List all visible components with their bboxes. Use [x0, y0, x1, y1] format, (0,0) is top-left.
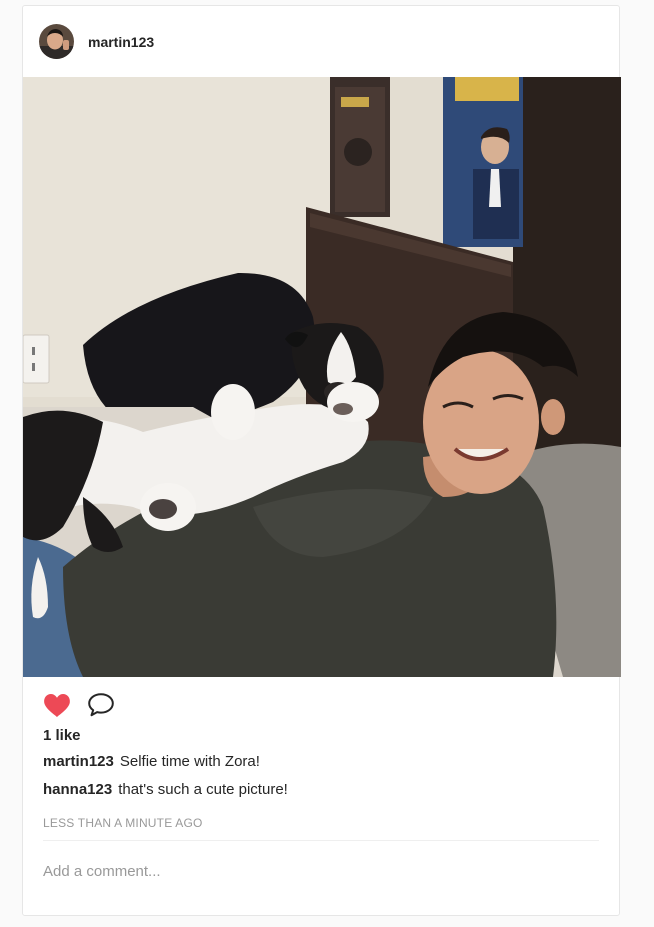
heart-icon [44, 693, 70, 717]
comment-username[interactable]: martin123 [43, 753, 114, 770]
post-username[interactable]: martin123 [88, 34, 154, 50]
post-header: martin123 [23, 6, 619, 77]
like-button[interactable] [42, 692, 72, 718]
comment-item: hanna123 that's such a cute picture! [43, 781, 288, 798]
comment-username[interactable]: hanna123 [43, 781, 112, 798]
comment-bubble-icon [88, 693, 114, 717]
post-card: martin123 1 like martin123 Selfie time w… [22, 5, 621, 916]
avatar[interactable] [39, 24, 74, 59]
comment-text: Selfie time with Zora! [119, 753, 260, 770]
comment-button[interactable] [86, 692, 116, 718]
post-actions [42, 692, 130, 718]
divider [43, 840, 599, 841]
add-comment-input[interactable] [43, 856, 599, 886]
post-timestamp: LESS THAN A MINUTE AGO [43, 816, 203, 830]
like-count[interactable]: 1 like [43, 727, 81, 744]
comment-item: martin123 Selfie time with Zora! [43, 753, 260, 770]
comment-text: that's such a cute picture! [118, 781, 288, 798]
post-photo [23, 77, 621, 677]
